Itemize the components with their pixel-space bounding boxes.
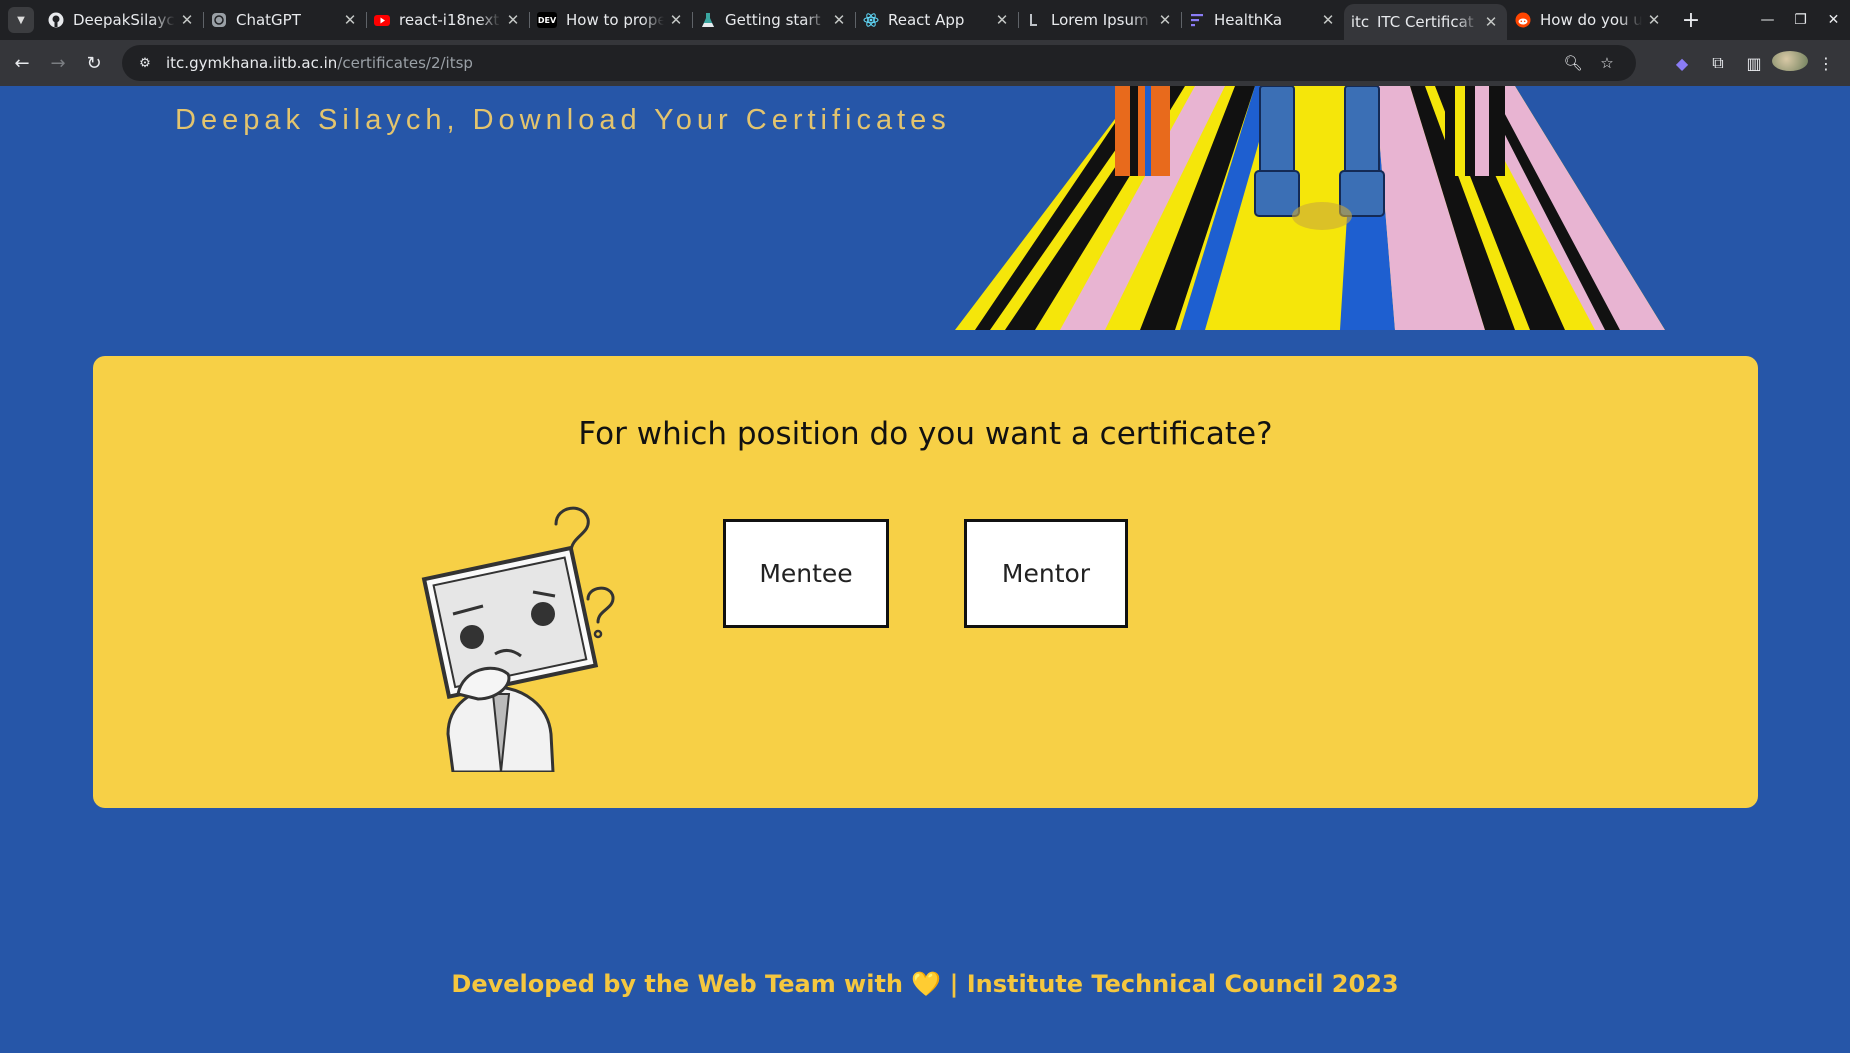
tab-title: How do you u bbox=[1540, 11, 1642, 29]
page-heading: Deepak Silaych, Download Your Certificat… bbox=[175, 104, 1047, 136]
close-icon[interactable]: ✕ bbox=[1646, 11, 1662, 29]
tab-title: How to prope bbox=[566, 11, 664, 29]
browser-tab[interactable]: ChatGPT ✕ bbox=[203, 0, 366, 40]
close-icon[interactable]: ✕ bbox=[1483, 13, 1499, 31]
position-question: For which position do you want a certifi… bbox=[578, 416, 1273, 452]
chatgpt-icon bbox=[211, 12, 227, 28]
url-path: /certificates/2/itsp bbox=[337, 54, 473, 72]
arrow-right-icon: → bbox=[50, 52, 66, 74]
side-panel-icon[interactable]: ▥ bbox=[1736, 54, 1772, 73]
omnibox-actions: 🔍︎ ☆ bbox=[1556, 45, 1624, 81]
mentor-button[interactable]: Mentor bbox=[964, 519, 1128, 628]
browser-tab[interactable]: DeepakSilaych ✕ bbox=[40, 0, 203, 40]
reddit-icon bbox=[1515, 12, 1531, 28]
tab-separator bbox=[1018, 12, 1019, 28]
tab-search-button[interactable]: ▼ bbox=[8, 7, 34, 33]
arrow-left-icon: ← bbox=[14, 52, 30, 74]
close-icon[interactable]: ✕ bbox=[1157, 11, 1173, 29]
more-menu-icon[interactable]: ⋮ bbox=[1808, 54, 1844, 73]
tab-title: react-i18next bbox=[399, 11, 500, 29]
confused-person-illustration bbox=[383, 494, 643, 774]
reload-icon: ↻ bbox=[86, 52, 102, 74]
github-icon bbox=[48, 12, 64, 28]
close-icon[interactable]: ✕ bbox=[505, 11, 521, 29]
close-window-icon[interactable]: ✕ bbox=[1817, 12, 1850, 28]
reload-button[interactable]: ↻ bbox=[76, 53, 112, 74]
tab-strip: ▼ DeepakSilaych ✕ ChatGPT ✕ react-i18nex… bbox=[0, 0, 1850, 40]
window-controls: — ❐ ✕ bbox=[1751, 0, 1850, 40]
chevron-down-icon: ▼ bbox=[17, 14, 25, 26]
toolbar-actions: ◆ ⧉ ▥ ⋮ bbox=[1664, 40, 1844, 86]
browser-tab[interactable]: Getting start ✕ bbox=[692, 0, 855, 40]
plus-icon: + bbox=[1681, 7, 1701, 33]
new-tab-button[interactable]: + bbox=[1676, 8, 1706, 33]
tab-title: Lorem Ipsum bbox=[1051, 11, 1149, 29]
close-icon[interactable]: ✕ bbox=[179, 11, 195, 29]
site-settings-icon[interactable]: ⚙ bbox=[134, 56, 156, 71]
zoom-icon[interactable]: 🔍︎ bbox=[1556, 54, 1590, 72]
address-bar[interactable]: ⚙ itc.gymkhana.iitb.ac.in/certificates/2… bbox=[122, 45, 1636, 81]
tab-separator bbox=[855, 12, 856, 28]
tab-separator bbox=[1181, 12, 1182, 28]
browser-tab[interactable]: How do you u ✕ bbox=[1507, 0, 1670, 40]
browser-tab-active[interactable]: itc ITC Certificat ✕ bbox=[1344, 4, 1507, 40]
tab-title: React App bbox=[888, 11, 965, 29]
close-icon[interactable]: ✕ bbox=[342, 11, 358, 29]
close-icon[interactable]: ✕ bbox=[994, 11, 1010, 29]
react-icon bbox=[863, 12, 879, 28]
extensions-puzzle-icon[interactable]: ⧉ bbox=[1700, 53, 1736, 73]
bookmark-star-icon[interactable]: ☆ bbox=[1590, 54, 1624, 72]
hero-image bbox=[955, 86, 1665, 330]
close-icon[interactable]: ✕ bbox=[1320, 11, 1336, 29]
tab-title: Getting start bbox=[725, 11, 821, 29]
itc-icon: itc bbox=[1350, 13, 1370, 31]
browser-tab[interactable]: DEV How to prope ✕ bbox=[529, 0, 692, 40]
url-text[interactable]: itc.gymkhana.iitb.ac.in/certificates/2/i… bbox=[166, 54, 473, 72]
browser-toolbar: ← → ↻ ⚙ itc.gymkhana.iitb.ac.in/certific… bbox=[0, 40, 1850, 86]
lorem-icon bbox=[1026, 12, 1042, 28]
extension-drop-icon[interactable]: ◆ bbox=[1664, 54, 1700, 73]
flask-icon bbox=[700, 12, 716, 28]
tab-separator bbox=[692, 12, 693, 28]
restore-icon[interactable]: ❐ bbox=[1784, 12, 1817, 28]
profile-avatar[interactable] bbox=[1772, 51, 1808, 75]
browser-tab[interactable]: React App ✕ bbox=[855, 0, 1018, 40]
close-icon[interactable]: ✕ bbox=[668, 11, 684, 29]
minimize-icon[interactable]: — bbox=[1751, 12, 1784, 28]
close-icon[interactable]: ✕ bbox=[831, 11, 847, 29]
youtube-icon bbox=[374, 12, 390, 28]
url-host: itc.gymkhana.iitb.ac.in bbox=[166, 54, 338, 72]
tab-title: ChatGPT bbox=[236, 11, 301, 29]
dev-icon: DEV bbox=[537, 12, 557, 28]
mentee-button[interactable]: Mentee bbox=[723, 519, 889, 628]
tab-separator bbox=[366, 12, 367, 28]
browser-tab[interactable]: Lorem Ipsum ✕ bbox=[1018, 0, 1181, 40]
browser-tab[interactable]: react-i18next ✕ bbox=[366, 0, 529, 40]
position-card: For which position do you want a certifi… bbox=[93, 356, 1758, 808]
tab-title: HealthKa bbox=[1214, 11, 1283, 29]
forward-button[interactable]: → bbox=[40, 53, 76, 74]
healthka-icon bbox=[1189, 12, 1205, 28]
tab-title: ITC Certificat bbox=[1377, 13, 1474, 31]
browser-tab[interactable]: HealthKa ✕ bbox=[1181, 0, 1344, 40]
tab-title: DeepakSilaych bbox=[73, 11, 175, 29]
tab-separator bbox=[529, 12, 530, 28]
back-button[interactable]: ← bbox=[4, 53, 40, 74]
page-footer: Developed by the Web Team with 💛 | Insti… bbox=[451, 970, 1399, 998]
tab-separator bbox=[203, 12, 204, 28]
